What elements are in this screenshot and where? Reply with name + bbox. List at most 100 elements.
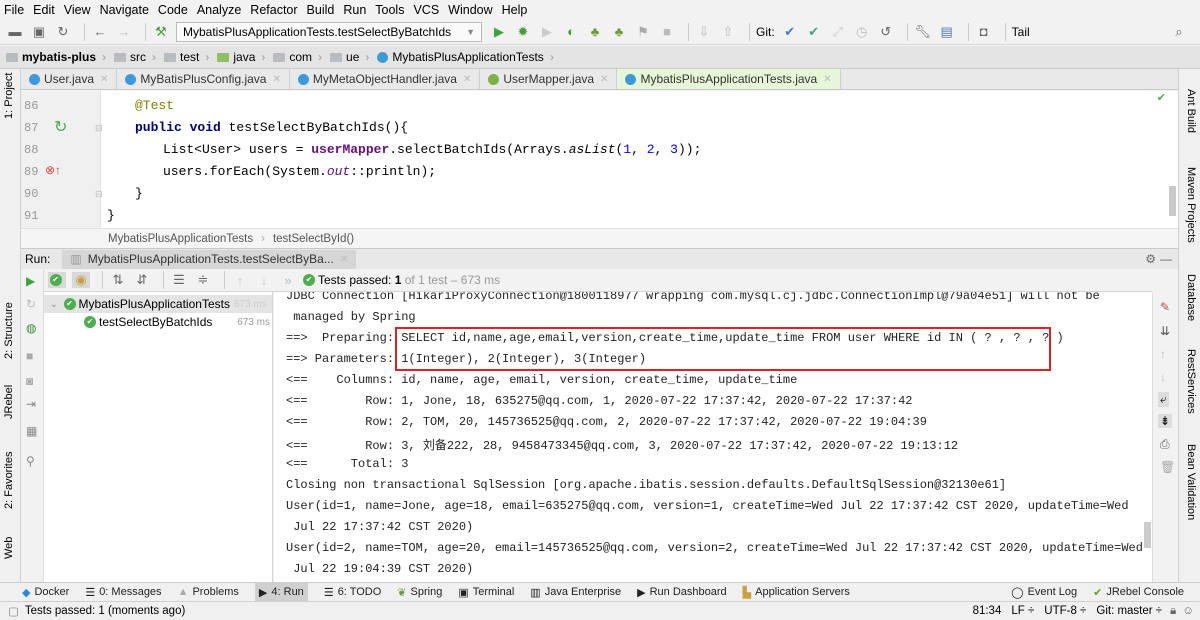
ant-build-tool-button[interactable]: Ant Build xyxy=(1185,89,1197,133)
tool-tab-terminal[interactable]: ▣ Terminal xyxy=(458,586,514,599)
debug-icon[interactable]: ✹ xyxy=(514,24,532,40)
pin-icon[interactable]: ⚲ xyxy=(26,454,35,468)
exit-icon[interactable]: ⇥ xyxy=(26,397,36,411)
close-icon[interactable]: ✕ xyxy=(272,74,280,85)
git-update-icon[interactable]: ✔ xyxy=(781,24,799,40)
sync-icon[interactable]: ↻ xyxy=(54,24,72,40)
tab-mybatisplusconfig-java[interactable]: MyBatisPlusConfig.java ✕ xyxy=(117,69,290,89)
stop-icon[interactable]: ■ xyxy=(26,349,33,363)
hector-icon[interactable]: ☺ xyxy=(1182,605,1194,617)
git-compare-icon[interactable]: ⤢ xyxy=(829,24,847,40)
show-passed-icon[interactable]: ✔ xyxy=(48,272,66,288)
project-tool-button[interactable]: 1: Project xyxy=(3,73,15,119)
tool-tab-jrebel-console[interactable]: ✔ JRebel Console xyxy=(1093,586,1184,599)
minimize-icon[interactable]: — xyxy=(1160,252,1172,266)
back-icon[interactable]: ← xyxy=(91,24,109,40)
run-tab[interactable]: ▥ MybatisPlusApplicationTests.testSelect… xyxy=(62,249,357,269)
save-icon[interactable]: ▣ xyxy=(30,24,48,40)
vcs-push-icon[interactable]: ⇧ xyxy=(719,24,737,40)
status-message[interactable]: Tests passed: 1 (moments ago) xyxy=(25,605,185,617)
collapse-all-icon[interactable]: ≑ xyxy=(194,272,212,288)
settings-wrench-icon[interactable]: 🔧︎ xyxy=(914,24,932,40)
tool-tab-spring[interactable]: ❦ Spring xyxy=(397,586,442,599)
crumb-ue[interactable]: ue › xyxy=(330,50,369,64)
tree-item-test-method[interactable]: ✔ testSelectByBatchIds 673 ms xyxy=(84,313,272,331)
tab-usermapper-java[interactable]: UserMapper.java ✕ xyxy=(480,69,618,89)
close-icon[interactable]: ✕ xyxy=(463,74,471,85)
tab-mymetaobjecthandler-java[interactable]: MyMetaObjectHandler.java ✕ xyxy=(290,69,481,89)
git-commit-icon[interactable]: ✔ xyxy=(805,24,823,40)
web-tool-button[interactable]: Web xyxy=(3,537,15,559)
menu-refactor[interactable]: Refactor xyxy=(250,3,297,17)
up-icon[interactable]: ↑ xyxy=(1160,347,1166,361)
trash-icon[interactable]: 🗑︎ xyxy=(1160,460,1175,474)
run-icon[interactable]: ▶ xyxy=(490,24,508,40)
console-output[interactable]: JDBC Connection [HikariProxyConnection@1… xyxy=(274,292,1152,582)
expand-all-icon[interactable]: ☰ xyxy=(170,272,188,288)
tab-user-java[interactable]: User.java ✕ xyxy=(21,69,118,89)
caret-position[interactable]: 81:34 xyxy=(973,605,1002,617)
print-icon[interactable]: ⎙ xyxy=(1160,437,1170,452)
crumb-project[interactable]: mybatis-plus › xyxy=(6,50,106,64)
breadcrumb-class[interactable]: MybatisPlusApplicationTests xyxy=(108,233,253,245)
tool-tab-todo[interactable]: ☰ 6: TODO xyxy=(324,586,381,599)
code-editor[interactable]: 86 87 88 89 90 91 ↻ ⊗↑ ⊟ ⊟ @Test public … xyxy=(21,91,1178,228)
run-coverage-icon[interactable]: ▶ xyxy=(538,24,556,40)
attach-icon[interactable]: ⚑ xyxy=(634,24,652,40)
rerun-icon[interactable]: ▶ xyxy=(26,274,35,288)
show-ignored-icon[interactable]: ◉ xyxy=(72,272,90,288)
git-revert-icon[interactable]: ↺ xyxy=(877,24,895,40)
breadcrumb-method[interactable]: testSelectById() xyxy=(273,233,354,245)
menu-edit[interactable]: Edit xyxy=(33,3,55,17)
close-icon[interactable]: ✕ xyxy=(100,74,108,85)
git-branch[interactable]: Git: master ÷ xyxy=(1096,605,1162,617)
layout-icon[interactable]: ▦ xyxy=(26,424,37,438)
inspection-ok-icon[interactable]: ✔ xyxy=(1157,91,1166,104)
file-encoding[interactable]: UTF-8 ÷ xyxy=(1044,605,1086,617)
git-history-icon[interactable]: ◷ xyxy=(853,24,871,40)
menu-view[interactable]: View xyxy=(64,3,91,17)
menu-code[interactable]: Code xyxy=(158,3,188,17)
forward-icon[interactable]: → xyxy=(115,24,133,40)
crumb-test[interactable]: test › xyxy=(164,50,209,64)
jrebel-tool-button[interactable]: JRebel xyxy=(3,385,15,419)
menu-tools[interactable]: Tools xyxy=(375,3,404,17)
crumb-java[interactable]: java › xyxy=(217,50,265,64)
camera-icon[interactable]: ◙ xyxy=(26,374,33,388)
menu-help[interactable]: Help xyxy=(502,3,528,17)
tool-tab-problems[interactable]: ▲ Problems xyxy=(178,586,239,598)
search-icon[interactable]: ⌕ xyxy=(1170,24,1188,40)
menu-run[interactable]: Run xyxy=(343,3,366,17)
stop-icon[interactable]: ■ xyxy=(658,24,676,40)
run-test-gutter-icon[interactable]: ↻ xyxy=(54,117,67,137)
chevron-down-icon[interactable]: ⌄ xyxy=(50,299,58,310)
profile-icon[interactable]: ◐ xyxy=(562,24,580,40)
tool-tab-messages[interactable]: ☰ 0: Messages xyxy=(85,586,161,599)
toggle-auto-test-icon[interactable]: ◍ xyxy=(26,321,36,335)
project-structure-icon[interactable]: ▤ xyxy=(938,24,956,40)
clear-edit-icon[interactable]: ✎ xyxy=(1160,300,1170,314)
previous-failed-icon[interactable]: ↑ xyxy=(231,272,249,288)
tool-tab-run[interactable]: ▶ 4: Run xyxy=(254,583,308,601)
crumb-class[interactable]: MybatisPlusApplicationTests › xyxy=(377,50,554,64)
menu-file[interactable]: File xyxy=(4,3,24,17)
crumb-src[interactable]: src › xyxy=(114,50,156,64)
next-failed-icon[interactable]: ↓ xyxy=(255,272,273,288)
open-folder-icon[interactable]: ▬ xyxy=(6,24,24,40)
more-icon[interactable]: » xyxy=(279,272,297,288)
line-separator[interactable]: LF ÷ xyxy=(1011,605,1034,617)
sort-by-duration-icon[interactable]: ⇵ xyxy=(133,272,151,288)
sdk-icon[interactable]: ◘ xyxy=(975,24,993,40)
tool-tab-run-dashboard[interactable]: ▶ Run Dashboard xyxy=(637,586,727,599)
menu-analyze[interactable]: Analyze xyxy=(197,3,241,17)
lock-icon[interactable]: 🔒︎ xyxy=(1170,605,1176,618)
tool-tab-application-servers[interactable]: ▙ Application Servers xyxy=(743,586,850,599)
soft-wrap-icon[interactable]: ⤶ xyxy=(1158,392,1169,407)
tool-tab-event-log[interactable]: ◯ Event Log xyxy=(1011,586,1077,599)
sort-icon[interactable]: ⇊ xyxy=(1160,324,1170,338)
maven-projects-tool-button[interactable]: Maven Projects xyxy=(1185,167,1197,243)
database-tool-button[interactable]: Database xyxy=(1185,274,1197,321)
menu-navigate[interactable]: Navigate xyxy=(100,3,149,17)
sort-alphabetically-icon[interactable]: ⇅ xyxy=(109,272,127,288)
crumb-com[interactable]: com › xyxy=(273,50,322,64)
